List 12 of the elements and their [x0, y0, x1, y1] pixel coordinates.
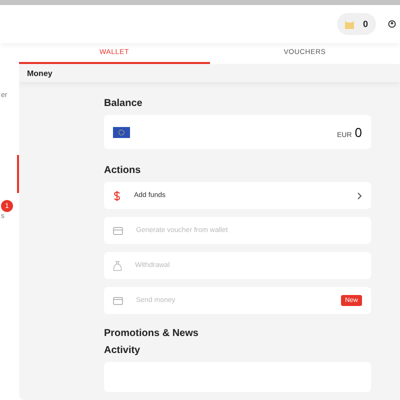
- coin-icon: [344, 20, 354, 28]
- money-bag-icon: [113, 260, 122, 270]
- coin-balance[interactable]: 0: [336, 13, 376, 35]
- flag-icon: [113, 126, 130, 138]
- balance-heading: Balance: [104, 98, 144, 109]
- promotions-heading: Promotions & News: [104, 328, 200, 339]
- actions-heading: Actions: [104, 165, 142, 176]
- activity-heading: Activity: [104, 345, 142, 356]
- dollar-icon: [113, 190, 121, 200]
- account-icon[interactable]: [388, 20, 396, 28]
- card-icon: [113, 226, 123, 234]
- section-title: Money: [19, 64, 400, 82]
